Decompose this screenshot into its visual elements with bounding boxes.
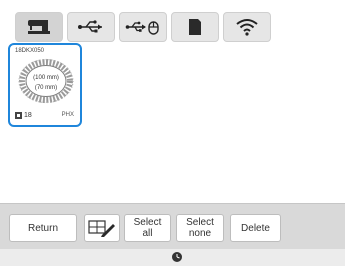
return-button[interactable]: Return (9, 214, 77, 242)
pattern-height: (70 mm) (34, 85, 58, 91)
usb-mouse-icon (125, 21, 159, 35)
tab-wireless[interactable] (223, 12, 271, 42)
pattern-select-button[interactable] (84, 214, 120, 242)
select-none-button[interactable]: Select none (176, 214, 224, 242)
pattern-edit-icon (88, 220, 115, 237)
tab-machine-memory[interactable] (15, 12, 63, 42)
select-all-button[interactable]: Select all (124, 214, 171, 242)
bottom-toolbar: Return Select all Select none Delete (0, 203, 345, 249)
sewing-machine-icon (28, 20, 50, 34)
select-none-label: Select none (186, 217, 214, 239)
pattern-thumbnail[interactable]: 18DKX050 (100 mm) (70 mm) 18 PHX (8, 43, 82, 127)
usb-icon (78, 20, 102, 33)
color-count: 18 (15, 112, 32, 119)
color-count-icon (15, 112, 22, 119)
pattern-id: 18DKX050 (15, 48, 45, 54)
color-count-value: 18 (24, 112, 32, 119)
sd-card-icon (189, 19, 201, 35)
tab-usb-port[interactable] (67, 12, 115, 42)
tab-sd-card[interactable] (171, 12, 219, 42)
clock-icon (172, 252, 182, 262)
pattern-width: (100 mm) (33, 75, 59, 81)
wreath-pattern-image (18, 58, 74, 104)
tab-usb-mouse-port[interactable] (119, 12, 167, 42)
wifi-icon (236, 19, 258, 36)
file-format: PHX (61, 112, 74, 118)
delete-button[interactable]: Delete (230, 214, 281, 242)
select-all-label: Select all (133, 217, 162, 239)
